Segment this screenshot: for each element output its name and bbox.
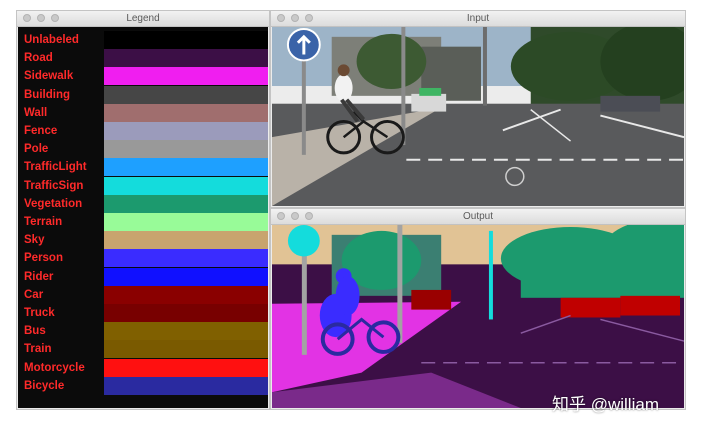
legend-label: Sky — [24, 234, 45, 247]
minimize-button[interactable] — [37, 14, 45, 22]
legend-swatch — [104, 67, 268, 86]
legend-swatch — [104, 122, 268, 140]
legend-swatch — [104, 285, 268, 304]
close-button[interactable] — [277, 212, 285, 220]
legend-row: Wall — [18, 103, 268, 122]
legend-row: Building — [18, 85, 268, 104]
legend-row: Truck — [18, 304, 268, 322]
legend-window-title: Legend — [126, 13, 160, 24]
legend-label: Truck — [24, 307, 55, 319]
output-window-title: Output — [462, 211, 494, 222]
legend-window: Legend Unlabeled Road Sidewalk Building Wall… — [16, 10, 270, 410]
input-window: Input — [270, 10, 686, 208]
legend-row: Bus — [18, 322, 268, 341]
legend-row: Sky — [18, 231, 268, 250]
legend-swatch — [104, 176, 268, 195]
output-window: Output — [270, 208, 686, 410]
legend-label: Sidewalk — [24, 70, 74, 83]
legend-label: Rider — [24, 270, 54, 283]
minimize-button[interactable] — [291, 14, 299, 22]
close-button[interactable] — [277, 14, 285, 22]
output-image — [272, 225, 684, 408]
legend-row: Bicycle — [18, 376, 268, 395]
legend-label: Car — [24, 288, 44, 301]
legend-row: TrafficLight — [18, 158, 268, 177]
legend-swatch — [104, 49, 268, 68]
legend-label: Wall — [24, 106, 48, 119]
watermark: 知乎 @william — [552, 395, 659, 414]
legend-swatch — [104, 103, 268, 122]
close-button[interactable] — [23, 14, 31, 22]
legend-swatch — [104, 376, 268, 395]
minimize-button[interactable] — [291, 212, 299, 220]
legend-row: Rider — [18, 267, 268, 286]
legend-swatch — [104, 31, 268, 49]
legend-swatch — [104, 358, 268, 377]
legend-row: Sidewalk — [18, 67, 268, 86]
legend-label: Motorcycle — [24, 361, 85, 374]
legend-label: Fence — [24, 125, 58, 137]
input-window-title: Input — [466, 13, 490, 24]
input-image — [272, 27, 684, 206]
legend-label: Person — [24, 252, 63, 265]
legend-label: TrafficLight — [24, 161, 87, 174]
legend-row: Terrain — [18, 213, 268, 231]
legend-row: TrafficSign — [18, 176, 268, 195]
legend-row: Fence — [18, 122, 268, 140]
legend-titlebar[interactable]: Legend — [17, 11, 269, 27]
legend-label: Vegetation — [24, 197, 83, 210]
legend-row: Road — [18, 49, 268, 68]
legend-label: Train — [24, 343, 52, 356]
legend-swatch — [104, 304, 268, 322]
legend-swatch — [104, 340, 268, 359]
zoom-button[interactable] — [305, 14, 313, 22]
legend-list: Unlabeled Road Sidewalk Building Wall Fence Po… — [18, 27, 268, 408]
legend-label: Building — [24, 88, 70, 101]
legend-swatch — [104, 85, 268, 104]
legend-label: Unlabeled — [24, 34, 79, 46]
zoom-button[interactable] — [305, 212, 313, 220]
legend-swatch — [104, 158, 268, 177]
legend-row: Train — [18, 340, 268, 359]
legend-row: Person — [18, 249, 268, 268]
legend-label: Road — [24, 52, 53, 65]
zoom-button[interactable] — [51, 14, 59, 22]
legend-row: Vegetation — [18, 194, 268, 213]
legend-label: TrafficSign — [24, 179, 84, 192]
legend-label: Terrain — [24, 216, 63, 228]
input-titlebar[interactable]: Input — [271, 11, 685, 27]
output-titlebar[interactable]: Output — [271, 209, 685, 225]
legend-swatch — [104, 231, 268, 250]
legend-row: Unlabeled — [18, 31, 268, 49]
legend-swatch — [104, 194, 268, 213]
legend-label: Bus — [24, 325, 46, 338]
legend-swatch — [104, 249, 268, 268]
legend-row: Motorcycle — [18, 358, 268, 377]
legend-swatch — [104, 267, 268, 286]
legend-swatch — [104, 140, 268, 159]
legend-row: Car — [18, 285, 268, 304]
legend-swatch — [104, 213, 268, 231]
legend-label: Pole — [24, 143, 49, 156]
legend-row: Pole — [18, 140, 268, 159]
legend-label: Bicycle — [24, 379, 65, 392]
legend-swatch — [104, 322, 268, 341]
